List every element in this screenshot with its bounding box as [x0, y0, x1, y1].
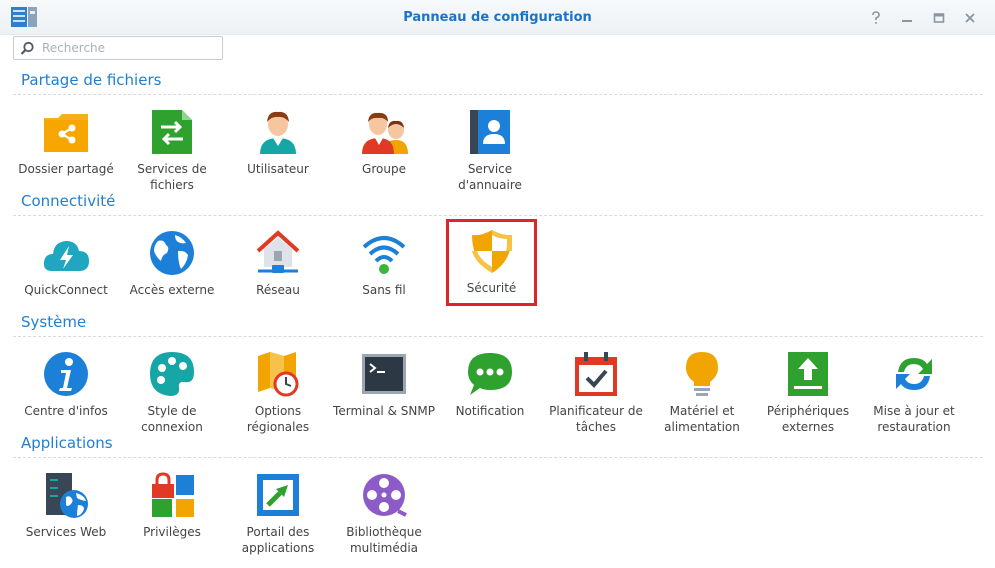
tile-shared-folder[interactable]: Dossier partagé	[14, 100, 118, 200]
tile-regional-options[interactable]: Options régionales	[226, 342, 330, 442]
tile-notification[interactable]: Notification	[438, 342, 542, 442]
tile-label: Dossier partagé	[18, 162, 114, 176]
tile-label: QuickConnect	[24, 283, 108, 297]
tile-label: Portail des applications	[241, 525, 315, 555]
tile-label: Matériel et alimentation	[664, 404, 740, 434]
tile-media-library[interactable]: Bibliothèque multimédia	[332, 463, 436, 563]
tile-label: Style de connexion	[141, 404, 203, 434]
tile-label: Options régionales	[246, 404, 310, 434]
tile-wireless[interactable]: Sans fil	[332, 221, 436, 321]
help-icon	[872, 11, 880, 24]
tile-file-services[interactable]: Services de fichiers	[120, 100, 224, 200]
tile-hardware-power[interactable]: Matériel et alimentation	[650, 342, 754, 442]
privileges-icon	[152, 472, 194, 517]
section-divider	[13, 457, 983, 458]
tile-directory-service[interactable]: Service d'annuaire	[438, 100, 542, 200]
section-divider	[13, 215, 983, 216]
tile-web-services[interactable]: Services Web	[14, 463, 118, 563]
tile-label: Service d'annuaire	[458, 162, 522, 192]
external-access-icon	[150, 231, 194, 275]
user-icon	[260, 111, 296, 154]
title-bar: Panneau de configuration	[0, 0, 995, 35]
tile-label: Périphériques externes	[766, 404, 850, 434]
close-button[interactable]	[961, 9, 979, 27]
tile-terminal-snmp[interactable]: Terminal & SNMP	[332, 342, 436, 442]
section-title-file-sharing: Partage de fichiers	[21, 71, 162, 89]
application-portal-icon	[257, 474, 299, 516]
network-icon	[256, 230, 300, 273]
tile-network[interactable]: Réseau	[226, 221, 330, 321]
directory-service-icon	[470, 110, 510, 154]
update-restore-icon	[896, 358, 932, 390]
tile-label: Utilisateur	[247, 162, 309, 176]
tile-label: Groupe	[362, 162, 406, 176]
tile-label: Planificateur de tâches	[549, 404, 643, 434]
tile-label: Centre d'infos	[24, 404, 108, 418]
login-style-icon	[150, 352, 194, 396]
tile-label: Sans fil	[362, 283, 406, 297]
tile-login-style[interactable]: Style de connexion	[120, 342, 224, 442]
help-button[interactable]	[867, 9, 885, 27]
maximize-button[interactable]	[930, 9, 948, 27]
section-divider	[13, 94, 983, 95]
tile-label: Services de fichiers	[137, 162, 207, 192]
tile-label: Notification	[455, 404, 525, 418]
close-icon	[965, 13, 975, 23]
tile-label: Services Web	[25, 525, 107, 539]
tile-security[interactable]: Sécurité	[446, 219, 537, 306]
external-devices-icon	[788, 352, 828, 396]
task-scheduler-icon	[575, 352, 617, 396]
maximize-icon	[933, 13, 945, 23]
terminal-icon	[362, 354, 406, 394]
minimize-button[interactable]	[898, 9, 916, 27]
tile-label: Sécurité	[466, 281, 517, 295]
info-center-icon	[44, 352, 88, 396]
window-title: Panneau de configuration	[403, 10, 592, 25]
hardware-power-icon	[686, 352, 718, 396]
security-icon	[471, 230, 512, 273]
tile-label: Privilèges	[143, 525, 201, 539]
file-services-icon	[152, 110, 192, 154]
tile-external-access[interactable]: Accès externe	[120, 221, 224, 321]
tile-label: Terminal & SNMP	[333, 404, 435, 418]
tile-quickconnect[interactable]: QuickConnect	[14, 221, 118, 321]
regional-options-icon	[258, 352, 299, 397]
group-icon	[362, 112, 408, 154]
shared-folder-icon	[44, 114, 88, 152]
media-library-icon	[363, 474, 407, 517]
tile-label: Bibliothèque multimédia	[346, 525, 422, 555]
tile-label: Accès externe	[129, 283, 215, 297]
tile-user[interactable]: Utilisateur	[226, 100, 330, 200]
web-services-icon	[46, 473, 88, 518]
tile-application-portal[interactable]: Portail des applications	[226, 463, 330, 563]
tile-privileges[interactable]: Privilèges	[120, 463, 224, 563]
tile-update-restore[interactable]: Mise à jour et restauration	[862, 342, 966, 442]
tile-group[interactable]: Groupe	[332, 100, 436, 200]
search-input[interactable]	[42, 39, 217, 57]
tile-external-devices[interactable]: Périphériques externes	[756, 342, 860, 442]
wireless-icon	[362, 236, 406, 274]
tile-label: Mise à jour et restauration	[873, 404, 955, 434]
notification-icon	[468, 353, 512, 395]
tile-label: Réseau	[256, 283, 300, 297]
quickconnect-icon	[43, 241, 89, 271]
section-divider	[13, 336, 983, 337]
minimize-icon	[902, 20, 912, 22]
tile-task-scheduler[interactable]: Planificateur de tâches	[544, 342, 648, 442]
search-box[interactable]	[13, 36, 223, 60]
search-icon	[20, 41, 34, 55]
tile-info-center[interactable]: Centre d'infos	[14, 342, 118, 442]
